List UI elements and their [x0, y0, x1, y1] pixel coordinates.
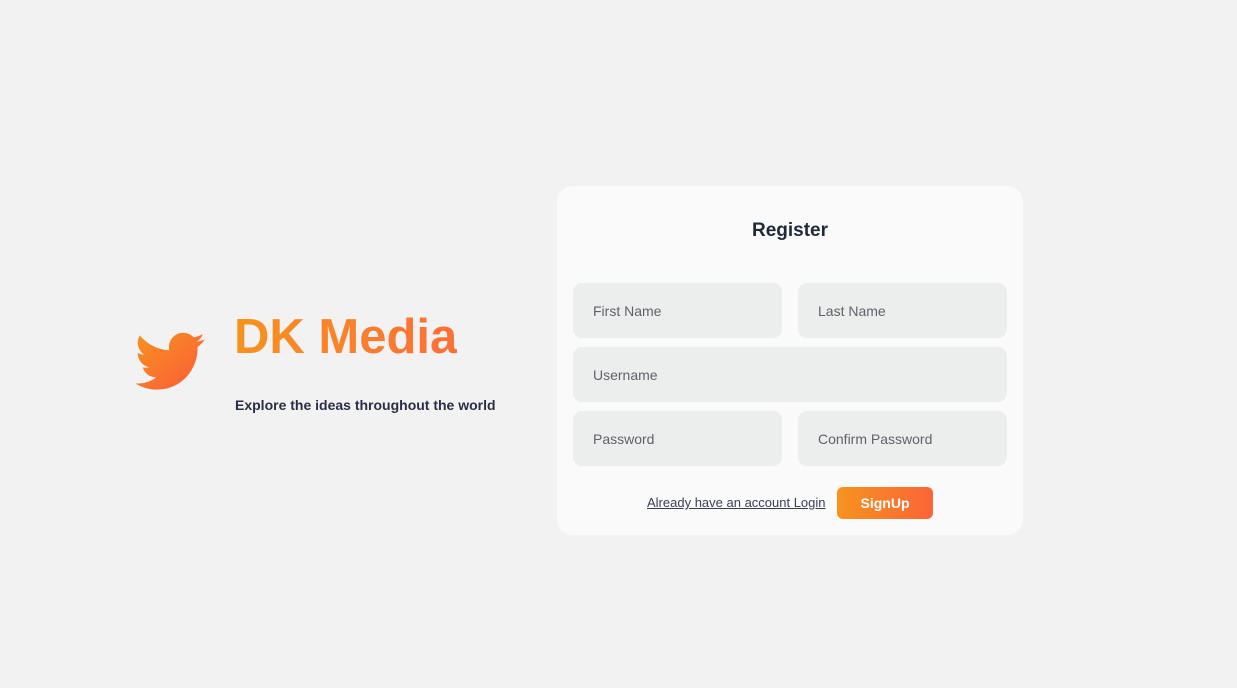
register-title: Register: [751, 220, 829, 241]
signup-button[interactable]: SignUp: [837, 487, 933, 519]
register-page: DK Media Explore the ideas throughout th…: [0, 0, 1237, 688]
confirm-password-input[interactable]: [798, 411, 1007, 466]
brand-name: DK Media: [234, 310, 458, 364]
last-name-input[interactable]: [798, 283, 1007, 338]
username-input[interactable]: [573, 347, 1007, 402]
login-link[interactable]: Already have an account Login: [647, 495, 826, 510]
first-name-input[interactable]: [573, 283, 782, 338]
password-input[interactable]: [573, 411, 782, 466]
brand-section: DK Media Explore the ideas throughout th…: [136, 300, 516, 430]
register-card: Register Already have an account Login S…: [557, 186, 1023, 535]
brand-tagline: Explore the ideas throughout the world: [235, 397, 496, 413]
bird-icon: [136, 332, 205, 390]
